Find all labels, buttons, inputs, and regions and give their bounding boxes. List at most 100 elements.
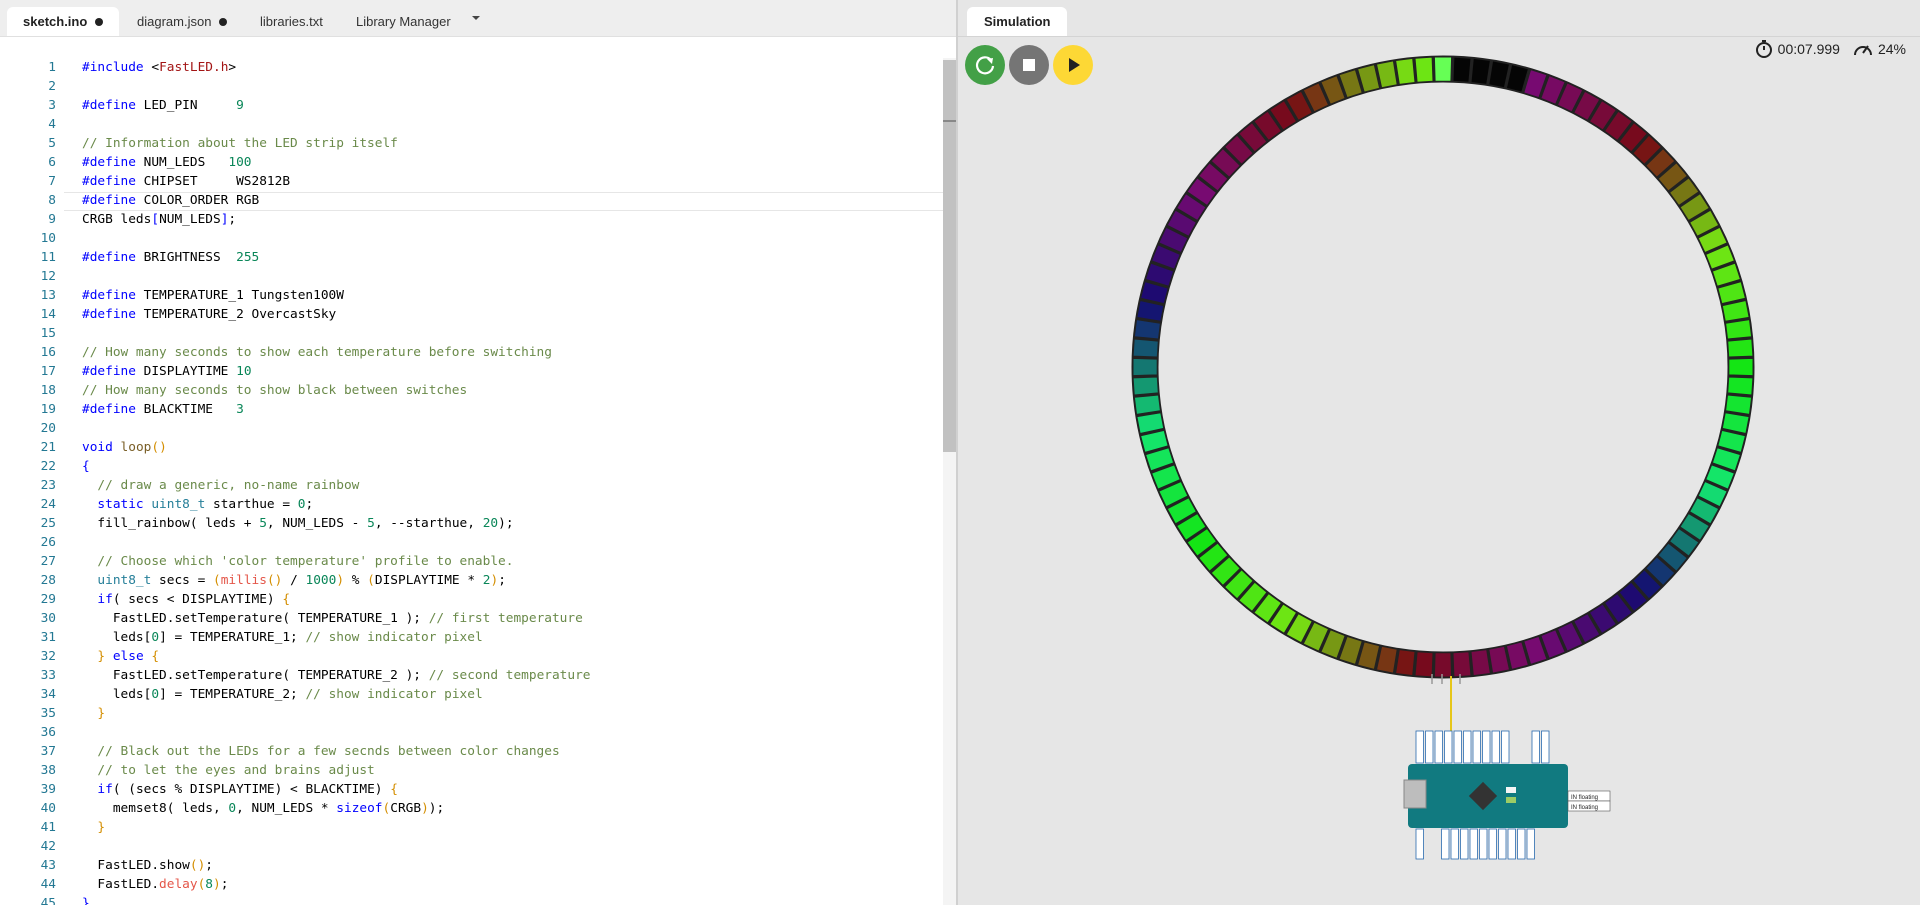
line-number: 3 — [48, 98, 56, 113]
code-line[interactable]: 37 // Black out the LEDs for a few secnd… — [0, 742, 940, 761]
tab-label: diagram.json — [137, 14, 212, 29]
code-line[interactable]: 33 FastLED.setTemperature( TEMPERATURE_2… — [0, 666, 940, 685]
tab-library-manager[interactable]: Library Manager — [340, 7, 467, 36]
code-line[interactable]: 4 — [0, 115, 940, 134]
code-line[interactable]: 21 void loop() — [0, 438, 940, 457]
floating-input-label: IN floating — [1571, 795, 1598, 801]
code-token: // to let the eyes and brains adjust — [82, 763, 375, 778]
line-number: 35 — [40, 706, 56, 721]
code-token: ] = TEMPERATURE_2; — [159, 687, 306, 702]
code-line[interactable]: 14 #define TEMPERATURE_2 OvercastSky — [0, 305, 940, 324]
code-token: { — [390, 782, 398, 797]
code-token: CRGB — [390, 801, 422, 816]
code-token: ) — [421, 801, 429, 816]
code-token: DISPLAYTIME — [135, 364, 237, 379]
pin-tag — [1434, 730, 1443, 764]
code-line[interactable]: 7 #define CHIPSET WS2812B — [0, 172, 940, 191]
code-editor-pane: sketch.ino diagram.json libraries.txt Li… — [0, 0, 956, 905]
code-line[interactable]: 17 #define DISPLAYTIME 10 — [0, 362, 940, 381]
code-line[interactable]: 13 #define TEMPERATURE_1 Tungsten100W — [0, 286, 940, 305]
line-number: 23 — [40, 478, 56, 493]
code-line[interactable]: 11 #define BRIGHTNESS 255 — [0, 248, 940, 267]
code-line[interactable]: 43 FastLED.show(); — [0, 856, 940, 875]
code-line[interactable]: 19 #define BLACKTIME 3 — [0, 400, 940, 419]
code-line[interactable]: 3 #define LED_PIN 9 — [0, 96, 940, 115]
code-token: 0 — [228, 801, 237, 816]
code-token: 10 — [236, 364, 252, 379]
code-line[interactable]: 8 #define COLOR_ORDER RGB — [0, 191, 940, 210]
code-line[interactable]: 10 — [0, 229, 940, 248]
code-line[interactable]: 26 — [0, 533, 940, 552]
code-line[interactable]: 27 // Choose which 'color temperature' p… — [0, 552, 940, 571]
pin-tag — [1507, 828, 1516, 860]
line-content: // How many seconds to show each tempera… — [82, 343, 552, 362]
line-content: // Black out the LEDs for a few secnds b… — [82, 742, 559, 761]
line-number: 19 — [40, 402, 56, 417]
code-line[interactable]: 15 — [0, 324, 940, 343]
arduino-nano-board[interactable]: IN floating IN floating — [958, 0, 1920, 905]
tab-sketch-ino[interactable]: sketch.ino — [7, 7, 120, 36]
code-line[interactable]: 2 — [0, 77, 940, 96]
code-token: % — [344, 573, 368, 588]
line-number: 1 — [48, 60, 56, 75]
line-content: #define LED_PIN 9 — [82, 96, 244, 115]
code-token: static — [82, 497, 152, 512]
code-line[interactable]: 31 leds[0] = TEMPERATURE_1; // show indi… — [0, 628, 940, 647]
code-token: () — [151, 440, 167, 455]
line-content: leds[0] = TEMPERATURE_2; // show indicat… — [82, 685, 483, 704]
code-token: // draw a generic, no-name rainbow — [82, 478, 360, 493]
editor-scrollbar-thumb[interactable] — [943, 60, 956, 452]
code-line[interactable]: 39 if( (secs % DISPLAYTIME) < BLACKTIME)… — [0, 780, 940, 799]
code-token: , --starthue, — [374, 516, 483, 531]
code-line[interactable]: 16 // How many seconds to show each tempe… — [0, 343, 940, 362]
caret-down-icon[interactable] — [468, 10, 484, 26]
code-line[interactable]: 24 static uint8_t starthue = 0; — [0, 495, 940, 514]
pin-tag — [1488, 828, 1497, 860]
code-line[interactable]: 36 — [0, 723, 940, 742]
code-token: // first temperature — [428, 611, 583, 626]
line-number: 36 — [40, 725, 56, 740]
line-content: fill_rainbow( leds + 5, NUM_LEDS - 5, --… — [82, 514, 514, 533]
code-line[interactable]: 20 — [0, 419, 940, 438]
pin-tag — [1501, 730, 1510, 764]
code-token: () — [189, 858, 206, 873]
line-content: // to let the eyes and brains adjust — [82, 761, 375, 780]
code-line[interactable]: 45} — [0, 894, 940, 905]
code-token: ); — [498, 516, 514, 531]
code-line[interactable]: 38 // to let the eyes and brains adjust — [0, 761, 940, 780]
code-line[interactable]: 30 FastLED.setTemperature( TEMPERATURE_1… — [0, 609, 940, 628]
code-area[interactable]: 1 #include <FastLED.h> 2 3 #define LED_PIN 9… — [0, 58, 940, 905]
code-line[interactable]: 9 CRGB leds[NUM_LEDS]; — [0, 210, 940, 229]
tab-libraries-txt[interactable]: libraries.txt — [244, 7, 339, 36]
code-token: ) — [336, 573, 345, 588]
code-line[interactable]: 28 uint8_t secs = (millis() / 1000) % (D… — [0, 571, 940, 590]
code-token: 255 — [236, 250, 260, 265]
code-line[interactable]: 25 fill_rainbow( leds + 5, NUM_LEDS - 5,… — [0, 514, 940, 533]
code-line[interactable]: 29 if( secs < DISPLAYTIME) { — [0, 590, 940, 609]
code-line[interactable]: 23 // draw a generic, no-name rainbow — [0, 476, 940, 495]
code-line[interactable]: 22 { — [0, 457, 940, 476]
code-line[interactable]: 40 memset8( leds, 0, NUM_LEDS * sizeof(C… — [0, 799, 940, 818]
pin-tag — [1541, 730, 1550, 764]
code-token: ( (secs % DISPLAYTIME) < BLACKTIME) — [112, 782, 391, 797]
line-content: } — [82, 818, 105, 837]
line-content: // Information about the LED strip itsel… — [82, 134, 398, 153]
tab-diagram-json[interactable]: diagram.json — [121, 7, 243, 36]
code-line[interactable]: 1 #include <FastLED.h> — [0, 58, 940, 77]
code-line[interactable]: 5 // Information about the LED strip itse… — [0, 134, 940, 153]
code-line[interactable]: 18 // How many seconds to show black betw… — [0, 381, 940, 400]
line-number: 2 — [48, 79, 56, 94]
code-line[interactable]: 32 } else { — [0, 647, 940, 666]
code-line[interactable]: 34 leds[0] = TEMPERATURE_2; // show indi… — [0, 685, 940, 704]
code-line[interactable]: 35 } — [0, 704, 940, 723]
code-line[interactable]: 44 FastLED.delay(8); — [0, 875, 940, 894]
code-line[interactable]: 6 #define NUM_LEDS 100 — [0, 153, 940, 172]
code-line[interactable]: 42 — [0, 837, 940, 856]
code-token: 0 — [151, 687, 160, 702]
code-line[interactable]: 41 } — [0, 818, 940, 837]
code-line[interactable]: 12 — [0, 267, 940, 286]
pin-tag — [1482, 730, 1491, 764]
pin-tag — [1453, 730, 1462, 764]
code-token: 20 — [482, 516, 499, 531]
code-token: uint8_t — [82, 573, 152, 588]
